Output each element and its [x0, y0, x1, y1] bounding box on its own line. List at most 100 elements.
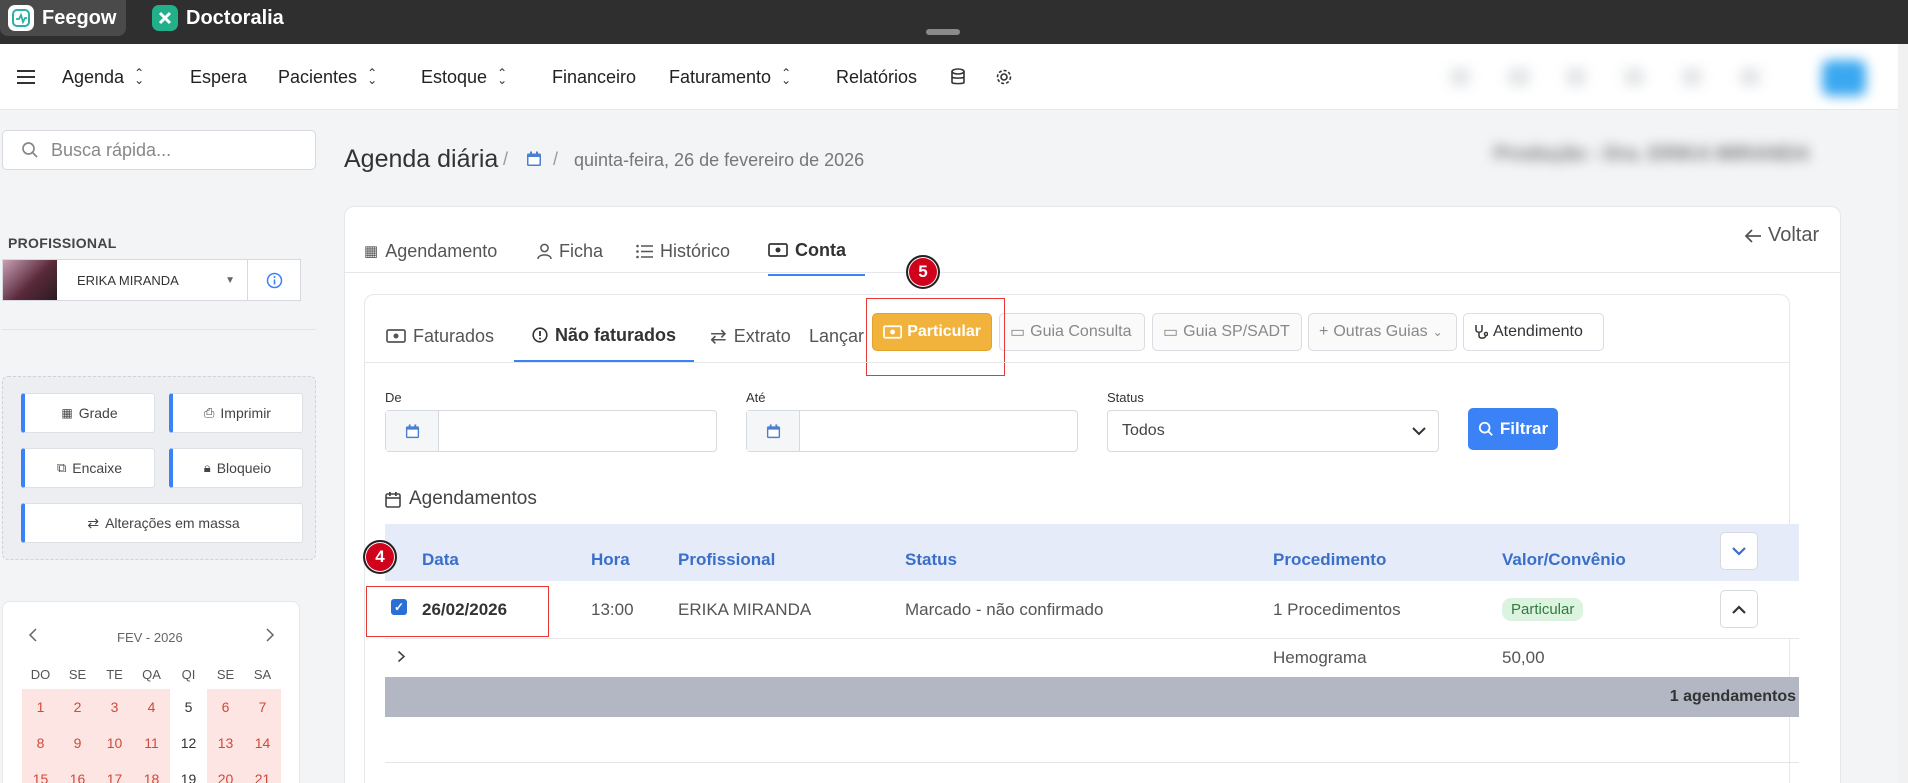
subtab-nao-faturados[interactable]: Não faturados [514, 310, 694, 362]
database-icon[interactable] [950, 44, 966, 110]
menu-icon[interactable] [16, 44, 36, 110]
imprimir-button[interactable]: ⎙ Imprimir [169, 393, 303, 433]
col-procedimento: Procedimento [1273, 550, 1387, 569]
calendar-dow: SE [216, 666, 235, 682]
calendar-day[interactable]: 10 [96, 725, 133, 761]
subtab-faturados[interactable]: Faturados [386, 310, 494, 362]
section-label: Agendamentos [409, 488, 537, 509]
calendar-day[interactable]: 20 [207, 761, 244, 783]
calendar-day[interactable]: 8 [22, 725, 59, 761]
tab-agendamento[interactable]: ▦ Agendamento [364, 226, 497, 276]
tab-conta[interactable]: Conta [768, 226, 865, 276]
bloqueio-button[interactable]: 🔒︎ Bloqueio [169, 448, 303, 488]
calendar-day[interactable]: 21 [244, 761, 281, 783]
calendar-day[interactable]: 18 [133, 761, 170, 783]
page-scrollbar[interactable] [1898, 44, 1908, 783]
button-label: Encaixe [72, 460, 123, 476]
quick-search-input[interactable]: Busca rápida... [2, 130, 316, 170]
filtrar-button[interactable]: Filtrar [1468, 408, 1558, 450]
external-link-icon: ⧉ [56, 460, 67, 475]
calendar-day[interactable]: 16 [59, 761, 96, 783]
nav-agenda[interactable]: Agenda ⌃ ⌄ [62, 44, 144, 110]
nav-label: Agenda [62, 66, 125, 87]
col-profissional: Profissional [678, 550, 776, 569]
search-icon [22, 142, 38, 158]
calendar-icon: ▦ [364, 243, 379, 260]
collapse-all-button[interactable] [1720, 532, 1758, 570]
calendar-day[interactable]: 7 [244, 689, 281, 725]
blurred-toolbar-icons [1450, 60, 1870, 96]
nav-pacientes[interactable]: Pacientes ⌃ ⌄ [278, 44, 377, 110]
calendar-icon[interactable] [526, 151, 542, 171]
voltar-button[interactable]: Voltar [1744, 224, 1819, 247]
calendar-day[interactable]: 14 [244, 725, 281, 761]
button-label: Alterações em massa [105, 515, 240, 531]
calendar-icon[interactable] [747, 411, 800, 451]
calendar-icon[interactable] [386, 411, 439, 451]
info-button[interactable] [248, 259, 301, 301]
next-month-icon[interactable] [265, 628, 275, 645]
calendar-day[interactable]: 1 [22, 689, 59, 725]
alteracoes-massa-button[interactable]: ⇄ Alterações em massa [21, 503, 303, 543]
calendar-day[interactable]: 9 [59, 725, 96, 761]
calendar-day[interactable]: 4 [133, 689, 170, 725]
drag-handle[interactable] [926, 29, 960, 35]
calendar-day[interactable]: 5 [170, 689, 207, 725]
guia-consulta-button[interactable]: ▭ Guia Consulta [999, 313, 1145, 351]
gear-icon[interactable] [995, 44, 1013, 110]
button-label: Outras Guias [1333, 323, 1428, 340]
button-label: Filtrar [1499, 419, 1549, 438]
profissional-select[interactable]: ERIKA MIRANDA ▼ [2, 259, 248, 301]
info-icon [266, 272, 282, 288]
filter-status-select[interactable]: Todos [1107, 410, 1439, 452]
table-footer [385, 677, 1799, 717]
tab-label: Agendamento [385, 240, 498, 261]
app-tab-doctoralia[interactable]: Doctoralia [144, 0, 294, 36]
calendar-dow: DO [30, 666, 51, 682]
chevron-right-icon[interactable] [397, 650, 406, 667]
money-icon [768, 243, 788, 257]
subtab-extrato[interactable]: ⇄ Extrato [710, 310, 791, 362]
row-expand-button[interactable] [1720, 590, 1758, 628]
tab-historico[interactable]: Histórico [636, 226, 730, 276]
tab-label: Conta [795, 239, 846, 260]
calendar-day[interactable]: 3 [96, 689, 133, 725]
nav-espera[interactable]: Espera [190, 44, 247, 110]
subtab-lancar[interactable]: Lançar [809, 310, 869, 362]
alert-circle-icon [532, 327, 548, 343]
nav-relatorios[interactable]: Relatórios [836, 44, 917, 110]
subrow-procedimento: Hemograma [1273, 648, 1367, 667]
col-hora: Hora [591, 550, 630, 569]
filter-ate-label: Até [746, 390, 766, 405]
nav-label: Financeiro [552, 66, 637, 87]
calendar-day[interactable]: 17 [96, 761, 133, 783]
calendar-day[interactable]: 11 [133, 725, 170, 761]
calendar-dow: QA [142, 666, 161, 682]
nav-faturamento[interactable]: Faturamento ⌃ ⌄ [669, 44, 791, 110]
nav-financeiro[interactable]: Financeiro [552, 44, 636, 110]
atendimento-button[interactable]: Atendimento [1463, 313, 1604, 351]
tab-ficha[interactable]: Ficha [537, 226, 603, 276]
col-valor: Valor/Convênio [1502, 550, 1626, 569]
encaixe-button[interactable]: ⧉ Encaixe [21, 448, 155, 488]
updown-icon: ⌃ ⌄ [134, 66, 145, 87]
calendar-day[interactable]: 15 [22, 761, 59, 783]
subtab-label: Faturados [413, 325, 495, 346]
prev-month-icon[interactable] [28, 628, 38, 645]
calendar-day[interactable]: 13 [207, 725, 244, 761]
calendar-day[interactable]: 6 [207, 689, 244, 725]
agendamentos-title: Agendamentos [385, 488, 537, 510]
calendar-day[interactable]: 12 [170, 725, 207, 761]
nav-label: Pacientes [278, 66, 358, 87]
grade-button[interactable]: ▦ Grade [21, 393, 155, 433]
subtab-label: Não faturados [554, 324, 677, 345]
guia-sadt-button[interactable]: ▭ Guia SP/SADT [1152, 313, 1302, 351]
annotation-box-4 [366, 586, 549, 637]
filter-ate-input[interactable] [746, 410, 1078, 452]
outras-guias-button[interactable]: + Outras Guias ⌄ [1308, 313, 1457, 351]
nav-estoque[interactable]: Estoque ⌃ ⌄ [421, 44, 507, 110]
app-tab-feegow[interactable]: Feegow [0, 0, 127, 36]
calendar-day[interactable]: 2 [59, 689, 96, 725]
calendar-day[interactable]: 19 [170, 761, 207, 783]
filter-de-input[interactable] [385, 410, 717, 452]
